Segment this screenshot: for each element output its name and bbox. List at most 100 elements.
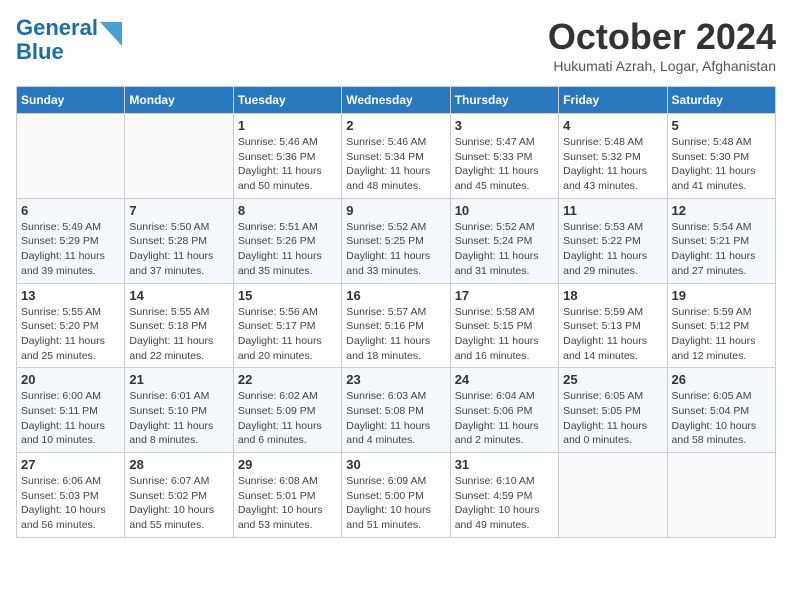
calendar-cell: 28Sunrise: 6:07 AM Sunset: 5:02 PM Dayli… — [125, 453, 233, 538]
calendar-week-row: 1 Sunrise: 5:46 AM Sunset: 5:36 PM Daylig… — [17, 114, 776, 199]
day-info: Sunrise: 5:47 AM Sunset: 5:33 PM Dayligh… — [455, 135, 554, 194]
day-number: 14 — [129, 288, 228, 303]
calendar-cell: 11 Sunrise: 5:53 AM Sunset: 5:22 PM Dayli… — [559, 198, 667, 283]
day-info: Sunrise: 6:09 AM Sunset: 5:00 PM Dayligh… — [346, 474, 445, 533]
weekday-header-friday: Friday — [559, 87, 667, 114]
day-number: 13 — [21, 288, 120, 303]
calendar-cell — [125, 114, 233, 199]
calendar-cell: 13 Sunrise: 5:55 AM Sunset: 5:20 PM Dayli… — [17, 283, 125, 368]
calendar-cell: 8 Sunrise: 5:51 AM Sunset: 5:26 PM Daylig… — [233, 198, 341, 283]
weekday-header-wednesday: Wednesday — [342, 87, 450, 114]
day-info: Sunrise: 5:46 AM Sunset: 5:36 PM Dayligh… — [238, 135, 337, 194]
day-number: 27 — [21, 457, 120, 472]
calendar-cell — [667, 453, 775, 538]
day-number: 22 — [238, 372, 337, 387]
weekday-header-monday: Monday — [125, 87, 233, 114]
day-number: 10 — [455, 203, 554, 218]
page-header: GeneralBlue October 2024 Hukumati Azrah,… — [16, 16, 776, 74]
logo: GeneralBlue — [16, 16, 122, 64]
day-info: Sunrise: 5:58 AM Sunset: 5:15 PM Dayligh… — [455, 305, 554, 364]
day-info: Sunrise: 6:10 AM Sunset: 4:59 PM Dayligh… — [455, 474, 554, 533]
day-info: Sunrise: 6:03 AM Sunset: 5:08 PM Dayligh… — [346, 389, 445, 448]
weekday-header-sunday: Sunday — [17, 87, 125, 114]
day-info: Sunrise: 6:05 AM Sunset: 5:04 PM Dayligh… — [672, 389, 771, 448]
day-info: Sunrise: 5:57 AM Sunset: 5:16 PM Dayligh… — [346, 305, 445, 364]
day-number: 21 — [129, 372, 228, 387]
day-number: 20 — [21, 372, 120, 387]
calendar-cell — [17, 114, 125, 199]
day-info: Sunrise: 5:50 AM Sunset: 5:28 PM Dayligh… — [129, 220, 228, 279]
day-info: Sunrise: 6:00 AM Sunset: 5:11 PM Dayligh… — [21, 389, 120, 448]
day-info: Sunrise: 5:55 AM Sunset: 5:18 PM Dayligh… — [129, 305, 228, 364]
day-number: 30 — [346, 457, 445, 472]
calendar-week-row: 13 Sunrise: 5:55 AM Sunset: 5:20 PM Dayli… — [17, 283, 776, 368]
calendar-cell: 9Sunrise: 5:52 AM Sunset: 5:25 PM Daylig… — [342, 198, 450, 283]
calendar-cell: 30 Sunrise: 6:09 AM Sunset: 5:00 PM Dayli… — [342, 453, 450, 538]
day-number: 7 — [129, 203, 228, 218]
day-info: Sunrise: 5:54 AM Sunset: 5:21 PM Dayligh… — [672, 220, 771, 279]
calendar-cell: 17 Sunrise: 5:58 AM Sunset: 5:15 PM Dayli… — [450, 283, 558, 368]
day-number: 9 — [346, 203, 445, 218]
day-number: 24 — [455, 372, 554, 387]
calendar-cell: 20 Sunrise: 6:00 AM Sunset: 5:11 PM Dayli… — [17, 368, 125, 453]
day-info: Sunrise: 6:02 AM Sunset: 5:09 PM Dayligh… — [238, 389, 337, 448]
weekday-header-thursday: Thursday — [450, 87, 558, 114]
day-number: 17 — [455, 288, 554, 303]
calendar-cell: 4Sunrise: 5:48 AM Sunset: 5:32 PM Daylig… — [559, 114, 667, 199]
day-info: Sunrise: 5:52 AM Sunset: 5:24 PM Dayligh… — [455, 220, 554, 279]
day-number: 11 — [563, 203, 662, 218]
calendar-cell: 16 Sunrise: 5:57 AM Sunset: 5:16 PM Dayli… — [342, 283, 450, 368]
logo-text: GeneralBlue — [16, 16, 98, 64]
day-info: Sunrise: 5:49 AM Sunset: 5:29 PM Dayligh… — [21, 220, 120, 279]
calendar-cell: 5 Sunrise: 5:48 AM Sunset: 5:30 PM Daylig… — [667, 114, 775, 199]
day-info: Sunrise: 6:01 AM Sunset: 5:10 PM Dayligh… — [129, 389, 228, 448]
calendar-cell: 23Sunrise: 6:03 AM Sunset: 5:08 PM Dayli… — [342, 368, 450, 453]
calendar-cell: 31 Sunrise: 6:10 AM Sunset: 4:59 PM Dayli… — [450, 453, 558, 538]
day-info: Sunrise: 5:56 AM Sunset: 5:17 PM Dayligh… — [238, 305, 337, 364]
calendar-cell: 15 Sunrise: 5:56 AM Sunset: 5:17 PM Dayli… — [233, 283, 341, 368]
calendar-cell — [559, 453, 667, 538]
day-number: 19 — [672, 288, 771, 303]
day-number: 31 — [455, 457, 554, 472]
day-number: 8 — [238, 203, 337, 218]
day-number: 1 — [238, 118, 337, 133]
day-number: 4 — [563, 118, 662, 133]
day-number: 6 — [21, 203, 120, 218]
calendar-cell: 12Sunrise: 5:54 AM Sunset: 5:21 PM Dayli… — [667, 198, 775, 283]
calendar-cell: 29 Sunrise: 6:08 AM Sunset: 5:01 PM Dayli… — [233, 453, 341, 538]
calendar-cell: 27 Sunrise: 6:06 AM Sunset: 5:03 PM Dayli… — [17, 453, 125, 538]
day-info: Sunrise: 6:04 AM Sunset: 5:06 PM Dayligh… — [455, 389, 554, 448]
day-info: Sunrise: 5:48 AM Sunset: 5:30 PM Dayligh… — [672, 135, 771, 194]
day-number: 5 — [672, 118, 771, 133]
calendar-cell: 26 Sunrise: 6:05 AM Sunset: 5:04 PM Dayli… — [667, 368, 775, 453]
day-info: Sunrise: 5:59 AM Sunset: 5:12 PM Dayligh… — [672, 305, 771, 364]
day-number: 26 — [672, 372, 771, 387]
day-number: 16 — [346, 288, 445, 303]
day-info: Sunrise: 6:08 AM Sunset: 5:01 PM Dayligh… — [238, 474, 337, 533]
day-number: 15 — [238, 288, 337, 303]
calendar-cell: 10 Sunrise: 5:52 AM Sunset: 5:24 PM Dayli… — [450, 198, 558, 283]
calendar-cell: 18Sunrise: 5:59 AM Sunset: 5:13 PM Dayli… — [559, 283, 667, 368]
day-number: 3 — [455, 118, 554, 133]
logo-arrow-icon — [100, 18, 122, 46]
calendar-week-row: 27 Sunrise: 6:06 AM Sunset: 5:03 PM Dayli… — [17, 453, 776, 538]
day-info: Sunrise: 5:51 AM Sunset: 5:26 PM Dayligh… — [238, 220, 337, 279]
day-info: Sunrise: 5:55 AM Sunset: 5:20 PM Dayligh… — [21, 305, 120, 364]
calendar-table: SundayMondayTuesdayWednesdayThursdayFrid… — [16, 86, 776, 538]
calendar-cell: 19 Sunrise: 5:59 AM Sunset: 5:12 PM Dayli… — [667, 283, 775, 368]
day-number: 25 — [563, 372, 662, 387]
day-info: Sunrise: 6:07 AM Sunset: 5:02 PM Dayligh… — [129, 474, 228, 533]
day-number: 29 — [238, 457, 337, 472]
day-info: Sunrise: 5:59 AM Sunset: 5:13 PM Dayligh… — [563, 305, 662, 364]
calendar-cell: 7 Sunrise: 5:50 AM Sunset: 5:28 PM Daylig… — [125, 198, 233, 283]
calendar-week-row: 6 Sunrise: 5:49 AM Sunset: 5:29 PM Daylig… — [17, 198, 776, 283]
calendar-cell: 1 Sunrise: 5:46 AM Sunset: 5:36 PM Daylig… — [233, 114, 341, 199]
day-info: Sunrise: 6:06 AM Sunset: 5:03 PM Dayligh… — [21, 474, 120, 533]
weekday-header-saturday: Saturday — [667, 87, 775, 114]
calendar-week-row: 20 Sunrise: 6:00 AM Sunset: 5:11 PM Dayli… — [17, 368, 776, 453]
calendar-cell: 3 Sunrise: 5:47 AM Sunset: 5:33 PM Daylig… — [450, 114, 558, 199]
location: Hukumati Azrah, Logar, Afghanistan — [548, 58, 776, 74]
day-info: Sunrise: 5:53 AM Sunset: 5:22 PM Dayligh… — [563, 220, 662, 279]
weekday-header-tuesday: Tuesday — [233, 87, 341, 114]
day-info: Sunrise: 6:05 AM Sunset: 5:05 PM Dayligh… — [563, 389, 662, 448]
